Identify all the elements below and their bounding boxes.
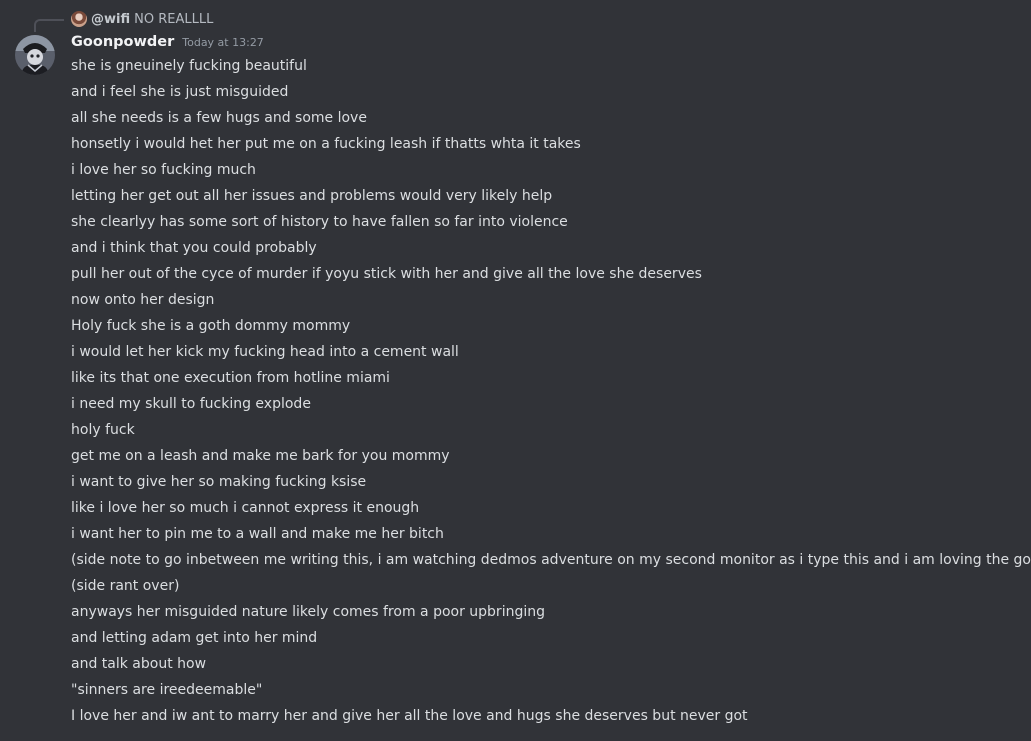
message-line[interactable]: (side note to go inbetween me writing th… xyxy=(71,548,1031,574)
message-line[interactable]: i would let her kick my fucking head int… xyxy=(71,340,1026,366)
user-avatar[interactable] xyxy=(15,35,55,75)
message-line[interactable]: anyways her misguided nature likely come… xyxy=(71,600,1026,626)
message-line[interactable]: "sinners are ireedeemable" xyxy=(71,678,1026,704)
message-timestamp[interactable]: Today at 13:27 xyxy=(182,36,264,49)
message-line[interactable]: holy fuck xyxy=(71,418,1026,444)
reply-author-avatar[interactable] xyxy=(71,11,87,27)
reply-preview-text[interactable]: NO REALLLL xyxy=(134,12,213,27)
message-line[interactable]: get me on a leash and make me bark for y… xyxy=(71,444,1026,470)
message-line[interactable]: like i love her so much i cannot express… xyxy=(71,496,1026,522)
message-line[interactable]: and i feel she is just misguided xyxy=(71,80,1026,106)
message-line[interactable]: pull her out of the cyce of murder if yo… xyxy=(71,262,1026,288)
message-lines: she is gneuinely fucking beautiful and i … xyxy=(71,54,1031,730)
chat-message-area: @wifi NO REALLLL Goonpowder Today at 13:… xyxy=(0,0,1031,741)
message-line[interactable]: and letting adam get into her mind xyxy=(71,626,1026,652)
message-line[interactable]: she clearlyy has some sort of history to… xyxy=(71,210,1026,236)
username[interactable]: Goonpowder xyxy=(71,34,174,50)
message-line[interactable]: like its that one execution from hotline… xyxy=(71,366,1026,392)
message-line[interactable]: i want to give her so making fucking ksi… xyxy=(71,470,1026,496)
reply-connector-line xyxy=(34,19,64,32)
message-line[interactable]: i want her to pin me to a wall and make … xyxy=(71,522,1026,548)
reply-author-name[interactable]: @wifi xyxy=(91,12,130,27)
message-header: Goonpowder Today at 13:27 xyxy=(71,34,264,56)
message-line[interactable]: Holy fuck she is a goth dommy mommy xyxy=(71,314,1026,340)
message-line[interactable]: i need my skull to fucking explode xyxy=(71,392,1026,418)
message-line[interactable]: honsetly i would het her put me on a fuc… xyxy=(71,132,1026,158)
message-line[interactable]: all she needs is a few hugs and some lov… xyxy=(71,106,1026,132)
message-line[interactable]: she is gneuinely fucking beautiful xyxy=(71,54,1026,80)
message-line[interactable]: and talk about how xyxy=(71,652,1026,678)
avatar-image xyxy=(15,35,55,75)
message-line[interactable]: I love her and iw ant to marry her and g… xyxy=(71,704,1026,730)
message-line[interactable]: and i think that you could probably xyxy=(71,236,1026,262)
message-line[interactable]: (side rant over) xyxy=(71,574,1026,600)
message-line[interactable]: letting her get out all her issues and p… xyxy=(71,184,1026,210)
message-line[interactable]: now onto her design xyxy=(71,288,1026,314)
message-line[interactable]: i love her so fucking much xyxy=(71,158,1026,184)
reply-preview[interactable]: @wifi NO REALLLL xyxy=(71,10,213,28)
